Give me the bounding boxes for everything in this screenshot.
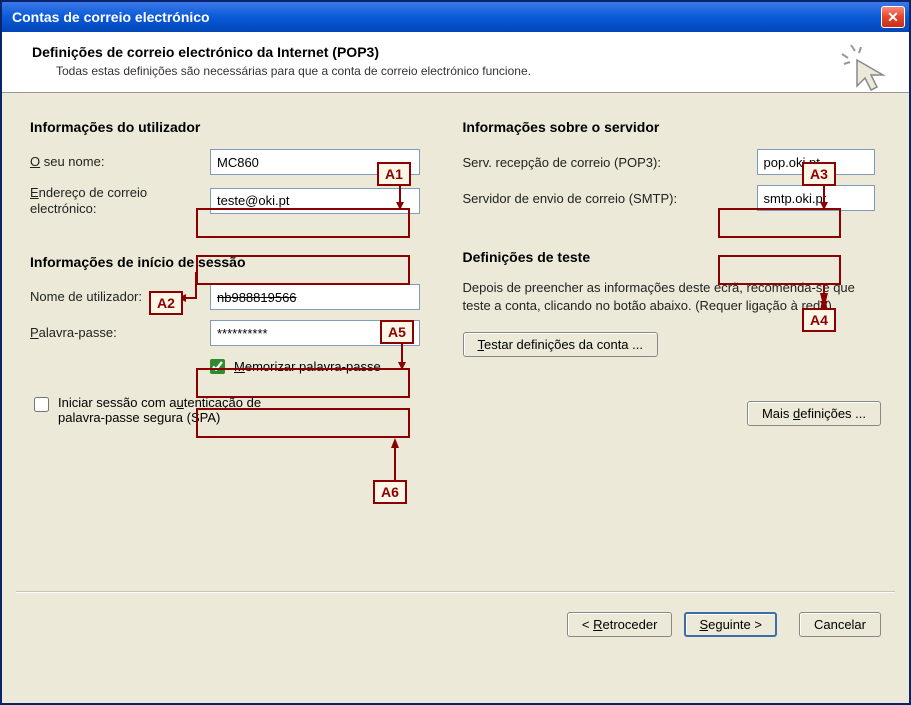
email-label: Endereço de correio electrónico:	[30, 185, 210, 216]
cursor-star-icon	[839, 42, 889, 92]
dialog-window: Contas de correio electrónico ✕ Definiçõ…	[0, 0, 911, 705]
remember-password-checkbox[interactable]	[210, 359, 225, 374]
test-account-button[interactable]: Testar definições da conta ...	[463, 332, 658, 357]
window-title: Contas de correio electrónico	[12, 9, 210, 25]
remember-password-label: Memorizar palavra-passe	[234, 359, 381, 374]
test-description: Depois de preencher as informações deste…	[463, 279, 882, 314]
spa-checkbox[interactable]	[34, 397, 49, 412]
wizard-buttons: < Retroceder Seguinte > Cancelar	[567, 612, 881, 637]
password-input[interactable]	[210, 320, 420, 346]
header-title: Definições de correio electrónico da Int…	[32, 44, 889, 60]
spa-label: Iniciar sessão com autenticação de palav…	[58, 395, 261, 425]
footer-divider	[16, 591, 895, 593]
close-button[interactable]: ✕	[881, 6, 905, 28]
next-button[interactable]: Seguinte >	[684, 612, 777, 637]
your-name-label: O seu nome:	[30, 154, 210, 170]
smtp-label: Servidor de envio de correio (SMTP):	[463, 191, 757, 206]
more-settings-button[interactable]: Mais definições ...	[747, 401, 881, 426]
section-server-info: Informações sobre o servidor	[463, 119, 882, 135]
back-button[interactable]: < Retroceder	[567, 612, 673, 637]
dialog-body: Informações do utilizador O seu nome: En…	[2, 93, 909, 655]
username-label: Nome de utilizador:	[30, 289, 210, 305]
section-test-info: Definições de teste	[463, 249, 882, 265]
password-label: Palavra-passe:	[30, 325, 210, 341]
your-name-input[interactable]	[210, 149, 420, 175]
titlebar: Contas de correio electrónico ✕	[2, 2, 909, 32]
cancel-button[interactable]: Cancelar	[799, 612, 881, 637]
close-icon: ✕	[887, 9, 899, 26]
pop3-label: Serv. recepção de correio (POP3):	[463, 155, 757, 170]
section-login-info: Informações de início de sessão	[30, 254, 449, 270]
username-input[interactable]	[210, 284, 420, 310]
left-column: Informações do utilizador O seu nome: En…	[30, 113, 449, 431]
smtp-input[interactable]	[757, 185, 875, 211]
dialog-header: Definições de correio electrónico da Int…	[2, 32, 909, 93]
right-column: Informações sobre o servidor Serv. recep…	[463, 113, 882, 431]
pop3-input[interactable]	[757, 149, 875, 175]
email-input[interactable]	[210, 188, 420, 214]
section-user-info: Informações do utilizador	[30, 119, 449, 135]
header-subtitle: Todas estas definições são necessárias p…	[56, 64, 889, 78]
